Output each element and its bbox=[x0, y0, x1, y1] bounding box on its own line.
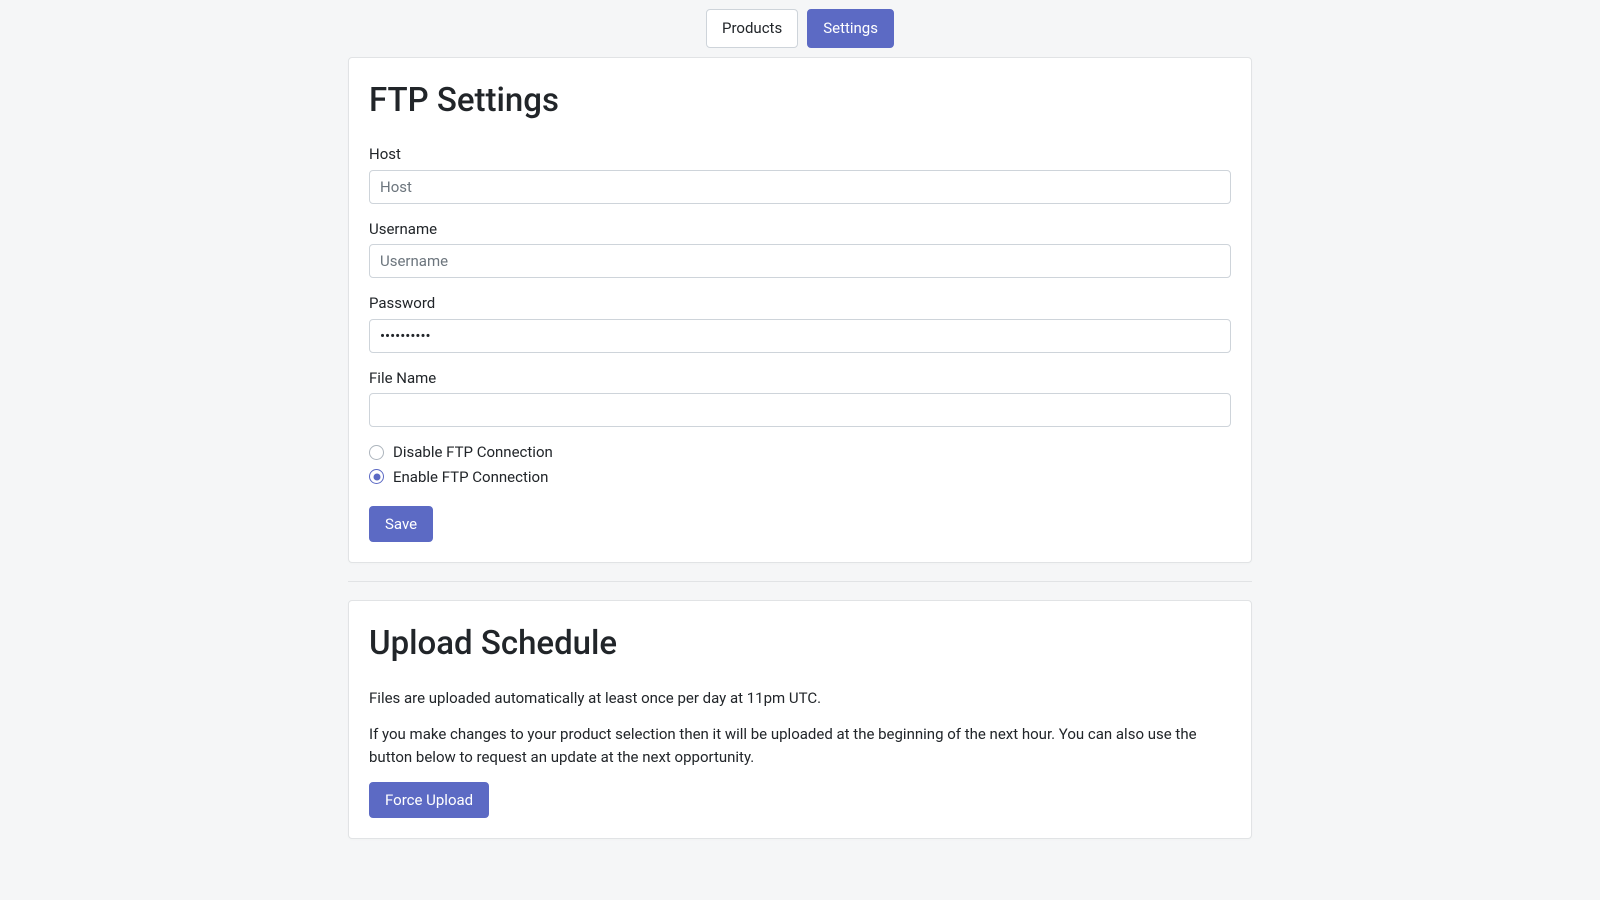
radio-enable-label[interactable]: Enable FTP Connection bbox=[393, 466, 548, 489]
password-group: Password bbox=[369, 292, 1231, 353]
host-group: Host bbox=[369, 143, 1231, 204]
section-divider bbox=[348, 581, 1252, 582]
username-input[interactable] bbox=[369, 244, 1231, 278]
tab-settings[interactable]: Settings bbox=[807, 9, 894, 48]
radio-enable-item[interactable]: Enable FTP Connection bbox=[369, 466, 1231, 489]
password-input[interactable] bbox=[369, 319, 1231, 353]
ftp-settings-card: FTP Settings Host Username Password File… bbox=[348, 57, 1252, 564]
schedule-paragraph-1: Files are uploaded automatically at leas… bbox=[369, 687, 1231, 710]
filename-label: File Name bbox=[369, 367, 1231, 390]
nav-tabs: Products Settings bbox=[0, 0, 1600, 57]
tab-products[interactable]: Products bbox=[706, 9, 798, 48]
radio-disable-item[interactable]: Disable FTP Connection bbox=[369, 441, 1231, 464]
username-label: Username bbox=[369, 218, 1231, 241]
password-label: Password bbox=[369, 292, 1231, 315]
filename-input[interactable] bbox=[369, 393, 1231, 427]
save-button[interactable]: Save bbox=[369, 506, 433, 542]
force-upload-button[interactable]: Force Upload bbox=[369, 782, 489, 818]
ftp-settings-title: FTP Settings bbox=[369, 76, 1231, 126]
ftp-connection-radio-group: Disable FTP Connection Enable FTP Connec… bbox=[369, 441, 1231, 488]
schedule-paragraph-2: If you make changes to your product sele… bbox=[369, 723, 1231, 768]
upload-schedule-title: Upload Schedule bbox=[369, 619, 1231, 669]
radio-disable-input[interactable] bbox=[369, 445, 384, 460]
host-input[interactable] bbox=[369, 170, 1231, 204]
upload-schedule-card: Upload Schedule Files are uploaded autom… bbox=[348, 600, 1252, 839]
radio-disable-label[interactable]: Disable FTP Connection bbox=[393, 441, 553, 464]
host-label: Host bbox=[369, 143, 1231, 166]
username-group: Username bbox=[369, 218, 1231, 279]
filename-group: File Name bbox=[369, 367, 1231, 428]
radio-enable-input[interactable] bbox=[369, 469, 384, 484]
